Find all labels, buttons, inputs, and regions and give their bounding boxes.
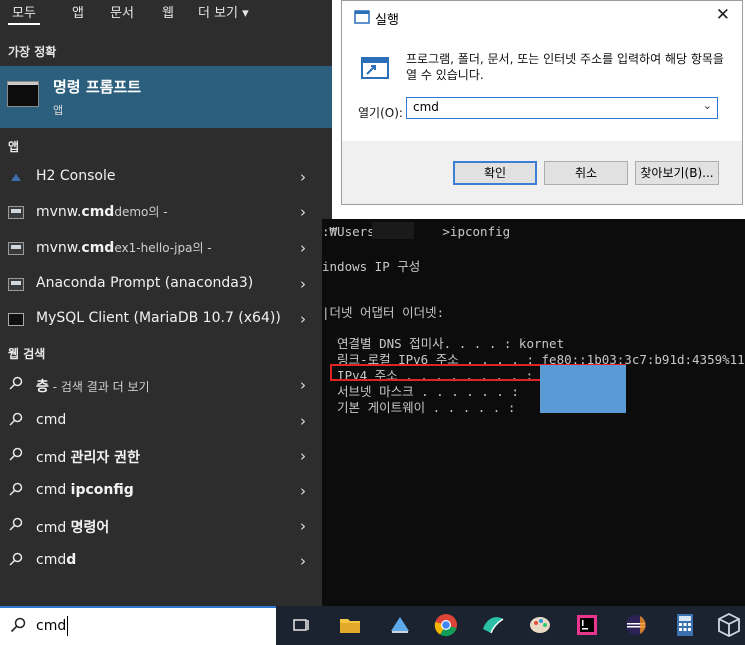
tab-documents[interactable]: 문서	[110, 2, 134, 21]
anaconda-prompt-icon	[8, 278, 24, 291]
app-item-mvnw-cmd-demo[interactable]: mvnw.cmddemo의 - ›	[0, 195, 332, 230]
app-item-h2-console[interactable]: H2 Console ›	[0, 160, 332, 195]
search-icon	[9, 412, 23, 426]
mysql-client-icon	[8, 313, 24, 326]
best-match-item[interactable]: 명령 프롬프트 앱	[0, 66, 332, 128]
web-item-label: cmd	[36, 412, 67, 428]
console-window: :₩Users₩ >ipconfig indows IP 구성 |더넷 어댑터 …	[322, 219, 745, 606]
tab-apps[interactable]: 앱	[72, 2, 84, 21]
search-icon	[9, 376, 23, 390]
apps-heading: 앱	[8, 140, 20, 154]
best-match-heading: 가장 정확	[8, 45, 57, 59]
search-icon	[9, 552, 23, 566]
run-app-icon	[354, 10, 370, 24]
web-item-cmd-commands[interactable]: cmd 명령어 ›	[0, 509, 332, 544]
run-app-icon	[361, 57, 389, 79]
run-dialog: 실행 ✕ 프로그램, 폴더, 문서, 또는 인터넷 주소를 입력하여 해당 항목…	[341, 0, 743, 205]
app-item-label: mvnw.cmddemo의 -	[36, 204, 168, 220]
close-icon[interactable]: ✕	[716, 5, 730, 25]
app-item-mvnw-cmd-jpa[interactable]: mvnw.cmdex1-hello-jpa의 - ›	[0, 231, 332, 266]
search-icon	[9, 447, 23, 461]
search-icon	[10, 617, 26, 633]
best-match-title: 명령 프롬프트	[53, 78, 142, 96]
web-item-label: cmd 관리자 권한	[36, 450, 140, 466]
tab-more[interactable]: 더 보기 ▾	[198, 2, 249, 21]
app-item-label: mvnw.cmdex1-hello-jpa의 -	[36, 240, 212, 256]
chevron-right-icon: ›	[300, 482, 306, 500]
console-line: :₩Users₩ >ipconfig	[322, 224, 511, 239]
chevron-right-icon: ›	[300, 447, 306, 465]
chevron-right-icon: ›	[300, 168, 306, 186]
app-item-mysql-client[interactable]: MySQL Client (MariaDB 10.7 (x64)) ›	[0, 302, 332, 337]
open-label: 열기(O):	[358, 106, 403, 120]
eclipse-icon[interactable]	[622, 611, 650, 639]
best-match-type: 앱	[53, 104, 64, 117]
web-item-more-results[interactable]: 층 - 검색 결과 더 보기 ›	[0, 368, 332, 403]
web-item-label: 층 - 검색 결과 더 보기	[36, 379, 150, 395]
chevron-right-icon: ›	[300, 412, 306, 430]
file-explorer-icon[interactable]	[336, 611, 364, 639]
dialog-footer: 확인 취소 찾아보기(B)...	[342, 141, 742, 204]
dialog-body: 프로그램, 폴더, 문서, 또는 인터넷 주소를 입력하여 해당 항목을 열 수…	[342, 31, 742, 141]
h2-icon	[11, 174, 21, 181]
chevron-right-icon: ›	[300, 275, 306, 293]
dialog-title: 실행	[375, 13, 399, 28]
taskbar: cmd	[0, 606, 745, 645]
console-line: indows IP 구성	[322, 259, 421, 274]
web-item-cmd[interactable]: cmd ›	[0, 404, 332, 439]
app-item-label: MySQL Client (MariaDB 10.7 (x64))	[36, 310, 281, 326]
app-item-label: H2 Console	[36, 168, 116, 184]
chevron-down-icon[interactable]: ⌄	[703, 99, 712, 112]
search-tabs: 모두 앱 문서 웹 더 보기 ▾	[0, 0, 332, 26]
taskbar-search-box[interactable]: cmd	[0, 606, 276, 645]
app-item-anaconda-prompt[interactable]: Anaconda Prompt (anaconda3) ›	[0, 267, 332, 302]
virtualbox-icon[interactable]	[715, 611, 743, 639]
search-input[interactable]: cmd	[36, 618, 66, 634]
web-item-label: cmd 명령어	[36, 520, 110, 536]
tab-more-label: 더 보기	[198, 6, 239, 21]
text-caret	[67, 616, 68, 636]
app-icon[interactable]	[479, 611, 507, 639]
tab-web[interactable]: 웹	[162, 2, 174, 21]
redacted-ip-values	[540, 365, 626, 413]
web-item-cmd-ipconfig[interactable]: cmd ipconfig ›	[0, 474, 332, 509]
paint-icon[interactable]	[526, 611, 554, 639]
chevron-right-icon: ›	[300, 310, 306, 328]
open-input-value: cmd	[413, 100, 439, 114]
command-prompt-icon	[7, 81, 39, 107]
shell-window-icon	[8, 206, 24, 219]
dialog-description: 프로그램, 폴더, 문서, 또는 인터넷 주소를 입력하여 해당 항목을 열 수…	[406, 52, 724, 82]
app-item-label: Anaconda Prompt (anaconda3)	[36, 275, 254, 291]
console-line: |더넷 어댑터 이더넷:	[322, 305, 445, 320]
calculator-icon[interactable]	[671, 611, 699, 639]
search-icon	[9, 517, 23, 531]
intellij-icon[interactable]	[573, 611, 601, 639]
chevron-right-icon: ›	[300, 239, 306, 257]
chevron-right-icon: ›	[300, 552, 306, 570]
task-view-icon[interactable]	[287, 611, 315, 639]
redacted-username	[372, 222, 414, 239]
web-search-heading: 웹 검색	[8, 347, 46, 361]
chevron-right-icon: ›	[300, 203, 306, 221]
chevron-right-icon: ›	[300, 517, 306, 535]
caret-down-icon: ▾	[242, 6, 249, 21]
web-item-cmdd[interactable]: cmdd ›	[0, 544, 332, 579]
web-item-label: cmd ipconfig	[36, 482, 134, 498]
cancel-button[interactable]: 취소	[544, 161, 628, 185]
web-item-label: cmdd	[36, 552, 77, 568]
chevron-right-icon: ›	[300, 376, 306, 394]
start-search-panel: 모두 앱 문서 웹 더 보기 ▾ 가장 정확 명령 프롬프트 앱 앱 H2 Co…	[0, 0, 332, 606]
tab-all[interactable]: 모두	[8, 2, 40, 25]
open-combobox[interactable]: cmd ⌄	[406, 97, 718, 119]
ok-button[interactable]: 확인	[453, 161, 537, 185]
devices-icon[interactable]	[386, 611, 414, 639]
chrome-icon[interactable]	[432, 611, 460, 639]
search-icon	[9, 482, 23, 496]
browse-button[interactable]: 찾아보기(B)...	[635, 161, 719, 185]
web-item-cmd-admin[interactable]: cmd 관리자 권한 ›	[0, 439, 332, 474]
shell-window-icon	[8, 242, 24, 255]
